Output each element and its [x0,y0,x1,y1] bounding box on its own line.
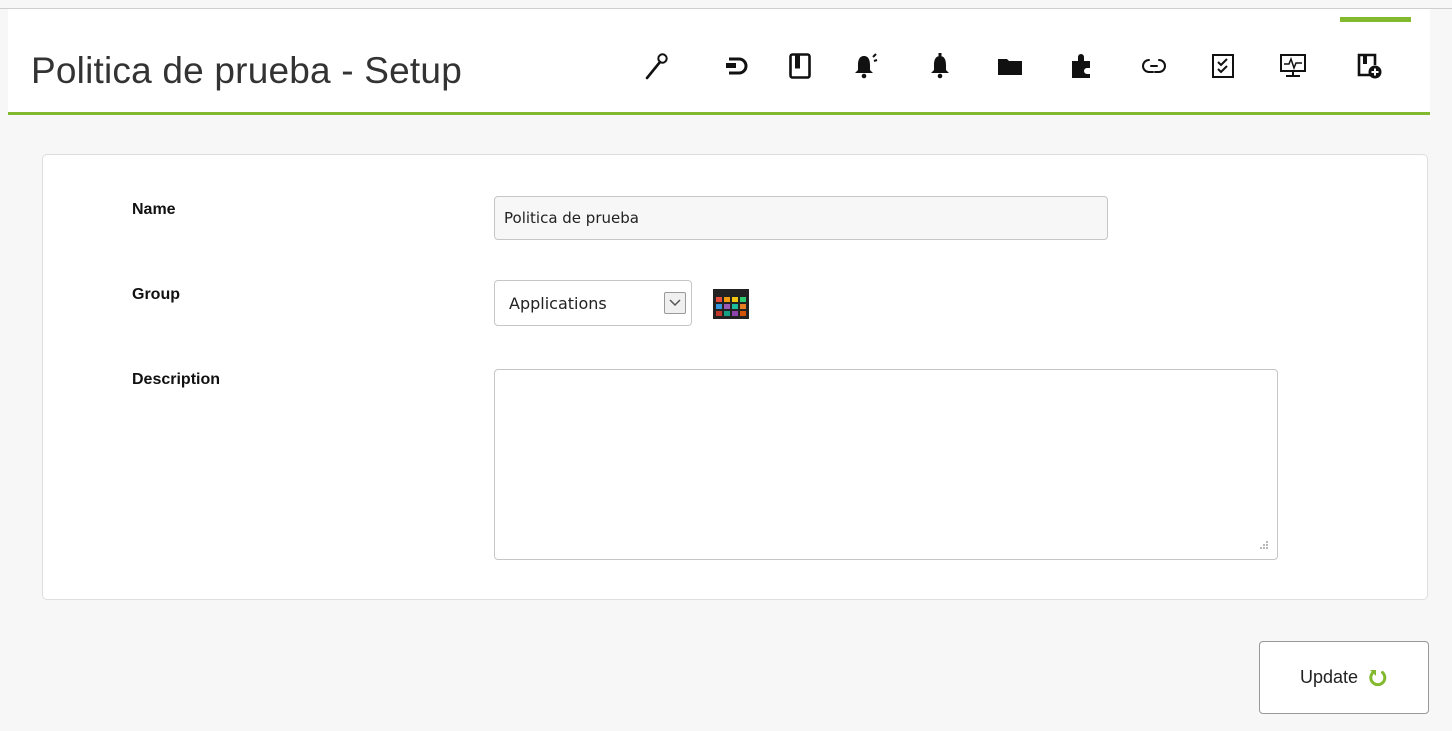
description-label: Description [132,371,221,388]
folder-icon [998,59,1022,75]
alert-templates-icon [855,53,878,79]
alerts-bell-icon [931,53,949,79]
tab-collections[interactable] [996,48,1024,84]
links-icon [1142,59,1166,73]
tab-monitoring[interactable] [1279,48,1307,84]
palette-icon[interactable] [713,289,749,319]
agents-icon [789,53,811,79]
wrench-icon [645,53,668,80]
description-field[interactable] [494,369,1278,560]
refresh-icon [1369,669,1387,686]
group-label: Group [132,286,180,303]
queue-add-icon [1357,53,1382,79]
active-tab-indicator [1340,17,1411,22]
name-label: Name [132,201,176,218]
tab-plugins[interactable] [1067,48,1095,84]
tab-setup[interactable] [642,48,670,84]
update-button[interactable]: Update [1259,641,1429,714]
tab-alerts[interactable] [926,48,954,84]
tab-inventory[interactable] [1209,48,1237,84]
name-field[interactable] [494,196,1108,240]
tab-alert-templates[interactable] [852,48,880,84]
tab-modules[interactable] [722,48,750,84]
chevron-down-icon[interactable] [664,292,686,314]
tab-queue[interactable] [1355,48,1383,84]
plugins-icon [1072,54,1090,78]
group-select-value: Applications [509,294,607,313]
tab-links[interactable] [1140,48,1168,84]
update-button-label: Update [1299,667,1359,687]
monitor-icon [1280,54,1306,77]
resize-grip-icon[interactable] [1257,540,1269,552]
page-title: Politica de prueba - Setup [31,50,462,91]
inventory-checklist-icon [1212,54,1234,78]
plug-icon [726,57,748,75]
group-select[interactable]: Applications [494,280,692,326]
tab-agents[interactable] [786,48,814,84]
